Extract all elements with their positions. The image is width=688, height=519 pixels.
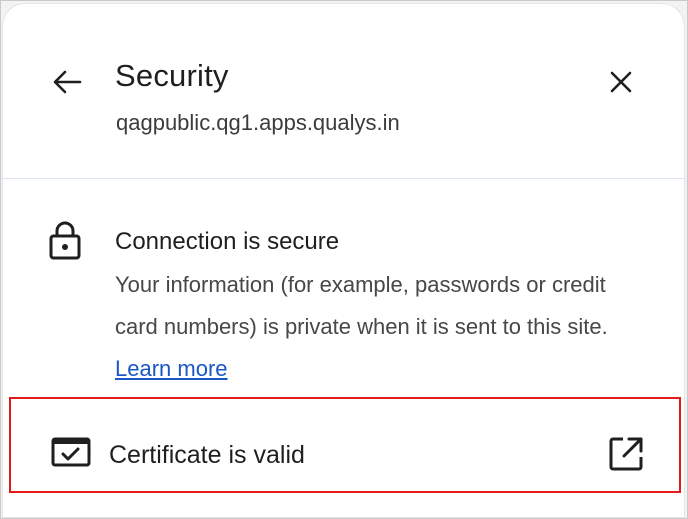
connection-section: Connection is secure Your information (f…	[3, 180, 684, 392]
connection-description-text: Your information (for example, passwords…	[115, 272, 608, 339]
connection-title: Connection is secure	[115, 228, 340, 255]
open-in-new-icon[interactable]	[607, 435, 645, 473]
close-icon	[610, 71, 632, 93]
learn-more-link[interactable]: Learn more	[115, 356, 228, 381]
certificate-row[interactable]: Certificate is valid	[9, 397, 681, 493]
window-frame: Security qagpublic.qg1.apps.qualys.in Co…	[0, 0, 688, 519]
certificate-icon	[51, 437, 91, 467]
popup-header: Security qagpublic.qg1.apps.qualys.in	[3, 4, 684, 178]
connection-description: Your information (for example, passwords…	[115, 264, 645, 390]
back-button[interactable]	[45, 60, 89, 104]
certificate-label: Certificate is valid	[109, 441, 305, 469]
header-divider	[3, 178, 684, 179]
security-popup: Security qagpublic.qg1.apps.qualys.in Co…	[3, 4, 684, 517]
close-button[interactable]	[599, 60, 643, 104]
arrow-back-icon	[53, 70, 82, 94]
lock-icon	[49, 221, 81, 260]
page-title: Security	[115, 58, 229, 93]
site-url: qagpublic.qg1.apps.qualys.in	[116, 110, 400, 135]
